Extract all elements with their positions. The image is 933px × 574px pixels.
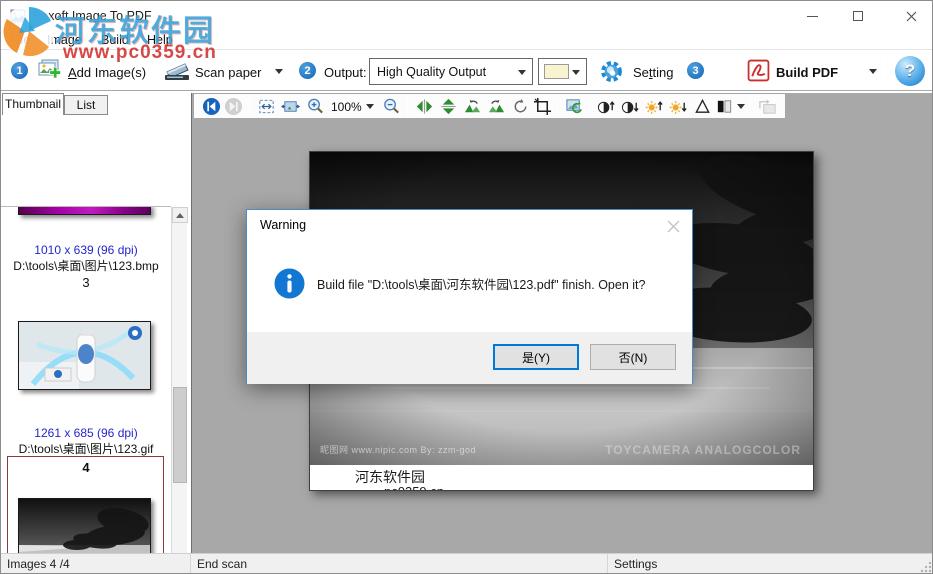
warning-dialog: Warning Build file "D:\tools\桌面\河东软件园\12… bbox=[246, 209, 693, 384]
thumbnail-list: 1010 x 639 (96 dpi) D:\tools\桌面\图片\123.b… bbox=[1, 206, 171, 573]
menu-build[interactable]: Build bbox=[101, 32, 129, 49]
maximize-icon bbox=[853, 11, 863, 21]
help-button[interactable]: ? bbox=[895, 56, 925, 86]
zoom-level-value[interactable]: 100% bbox=[331, 100, 362, 114]
menu-file[interactable]: File bbox=[10, 32, 30, 49]
scan-paper-dropdown-icon[interactable] bbox=[275, 69, 283, 74]
scrollbar-thumb[interactable] bbox=[173, 387, 187, 483]
dialog-title: Warning bbox=[260, 218, 307, 232]
pdf-icon bbox=[747, 59, 770, 82]
output-label: Output: bbox=[324, 65, 367, 80]
effects-icon[interactable] bbox=[565, 97, 584, 116]
output-quality-select[interactable]: High Quality Output bbox=[369, 58, 533, 85]
tab-list[interactable]: List bbox=[64, 95, 108, 115]
sidebar-scrollbar[interactable] bbox=[171, 207, 188, 573]
output-dropdown-icon bbox=[518, 70, 526, 75]
close-icon bbox=[667, 220, 679, 232]
status-images-panel: Images 4 /4 bbox=[1, 554, 191, 573]
close-icon bbox=[906, 11, 916, 21]
title-bar: Boxoft Image To PDF bbox=[1, 1, 932, 31]
crop-icon[interactable] bbox=[533, 97, 552, 116]
menu-image[interactable]: Image bbox=[47, 32, 82, 49]
main-toolbar: 1 Add Image(s) Scan paper 2 Output: High… bbox=[1, 49, 932, 91]
status-scan: End scan bbox=[197, 557, 248, 571]
step-3-badge: 3 bbox=[687, 62, 704, 79]
photo-watermark-right: TOYCAMERA ANALOGCOLOR bbox=[605, 443, 801, 457]
build-pdf-dropdown-icon[interactable] bbox=[869, 69, 877, 74]
resize-grip[interactable] bbox=[920, 561, 932, 573]
status-settings-panel: Settings bbox=[608, 554, 932, 573]
thumbnail-path: D:\tools\桌面\图片\123.gif bbox=[18, 442, 154, 456]
tab-thumbnail[interactable]: Thumbnail bbox=[2, 93, 64, 115]
status-settings: Settings bbox=[614, 557, 658, 571]
thumbnail-dims: 1261 x 685 (96 dpi) bbox=[34, 426, 138, 440]
add-images-icon bbox=[38, 59, 62, 79]
question-icon: ? bbox=[904, 61, 916, 80]
dialog-footer: 是(Y) 否(N) bbox=[247, 332, 692, 384]
strip-text-line2: pc0359.cn bbox=[384, 484, 444, 490]
menu-bar: File Image Build Help bbox=[1, 31, 932, 49]
fit-page-icon[interactable] bbox=[257, 97, 276, 116]
minimize-icon bbox=[806, 15, 818, 17]
app-icon bbox=[10, 9, 26, 23]
setting-button[interactable]: Setting bbox=[633, 65, 674, 80]
scan-paper-icon bbox=[165, 63, 189, 80]
step-2-badge: 2 bbox=[299, 62, 316, 79]
scan-paper-button[interactable]: Scan paper bbox=[195, 65, 262, 80]
zoom-dropdown-icon[interactable] bbox=[366, 104, 374, 109]
contrast-down-icon[interactable] bbox=[621, 97, 640, 116]
page-color-swatch bbox=[544, 64, 569, 79]
yes-button[interactable]: 是(Y) bbox=[493, 344, 579, 370]
brightness-up-icon[interactable] bbox=[645, 97, 664, 116]
thumbnail-number: 4 bbox=[82, 460, 90, 475]
scroll-up-icon bbox=[176, 212, 184, 218]
maximize-button[interactable] bbox=[835, 1, 881, 31]
photo-caption-strip: 河东软件园 pc0359.cn bbox=[310, 465, 813, 490]
thumbnail-image-bmp[interactable] bbox=[18, 207, 151, 215]
rotate-left-icon[interactable] bbox=[463, 97, 482, 116]
zoom-in-icon[interactable] bbox=[306, 97, 325, 116]
sharpen-icon[interactable] bbox=[693, 97, 712, 116]
step-1-badge: 1 bbox=[11, 62, 28, 79]
info-icon bbox=[274, 268, 305, 299]
app-window: Boxoft Image To PDF File Image Build Hel… bbox=[0, 0, 933, 574]
close-button[interactable] bbox=[888, 1, 932, 31]
flip-vertical-icon[interactable] bbox=[439, 97, 458, 116]
rotate-right-icon[interactable] bbox=[487, 97, 506, 116]
status-bar: Images 4 /4 End scan Settings bbox=[1, 553, 932, 573]
undo-image-icon bbox=[759, 99, 776, 114]
black-white-icon[interactable] bbox=[715, 97, 734, 116]
output-quality-value: High Quality Output bbox=[377, 65, 487, 79]
build-pdf-button[interactable]: Build PDF bbox=[776, 65, 838, 80]
status-scan-panel: End scan bbox=[191, 554, 608, 573]
thumbnail-image-gif[interactable] bbox=[18, 321, 151, 390]
add-images-button[interactable]: Add Image(s) bbox=[68, 65, 146, 80]
window-title: Boxoft Image To PDF bbox=[33, 9, 152, 23]
dialog-close-button[interactable] bbox=[664, 217, 682, 235]
flip-horizontal-icon[interactable] bbox=[415, 97, 434, 116]
bw-dropdown-icon[interactable] bbox=[737, 104, 745, 109]
menu-help[interactable]: Help bbox=[147, 32, 173, 49]
last-page-icon[interactable] bbox=[224, 97, 243, 116]
view-toolbar: 100% bbox=[193, 93, 786, 119]
scroll-up-button[interactable] bbox=[172, 207, 188, 223]
photo-watermark-left: 昵图网 www.nipic.com By: zzm-god bbox=[320, 445, 477, 455]
thumbnail-path: D:\tools\桌面\图片\123.bmp bbox=[13, 259, 159, 273]
gear-icon bbox=[601, 61, 622, 82]
brightness-down-icon[interactable] bbox=[669, 97, 688, 116]
status-images: Images 4 /4 bbox=[7, 557, 70, 571]
contrast-up-icon[interactable] bbox=[597, 97, 616, 116]
color-dropdown-icon bbox=[572, 70, 580, 75]
sidebar: Thumbnail List 1010 x 639 (96 dpi) D:\to… bbox=[1, 93, 191, 573]
rotate-free-icon[interactable] bbox=[511, 97, 530, 116]
no-button[interactable]: 否(N) bbox=[590, 344, 676, 370]
zoom-out-icon[interactable] bbox=[382, 97, 401, 116]
thumbnail-dims: 1010 x 639 (96 dpi) bbox=[34, 243, 138, 257]
first-page-icon[interactable] bbox=[202, 97, 221, 116]
dialog-message: Build file "D:\tools\桌面\河东软件园\123.pdf" f… bbox=[317, 278, 646, 292]
minimize-button[interactable] bbox=[789, 1, 835, 31]
thumbnail-number: 3 bbox=[82, 275, 90, 290]
fit-width-icon[interactable] bbox=[281, 97, 300, 116]
page-color-select[interactable] bbox=[538, 58, 587, 85]
